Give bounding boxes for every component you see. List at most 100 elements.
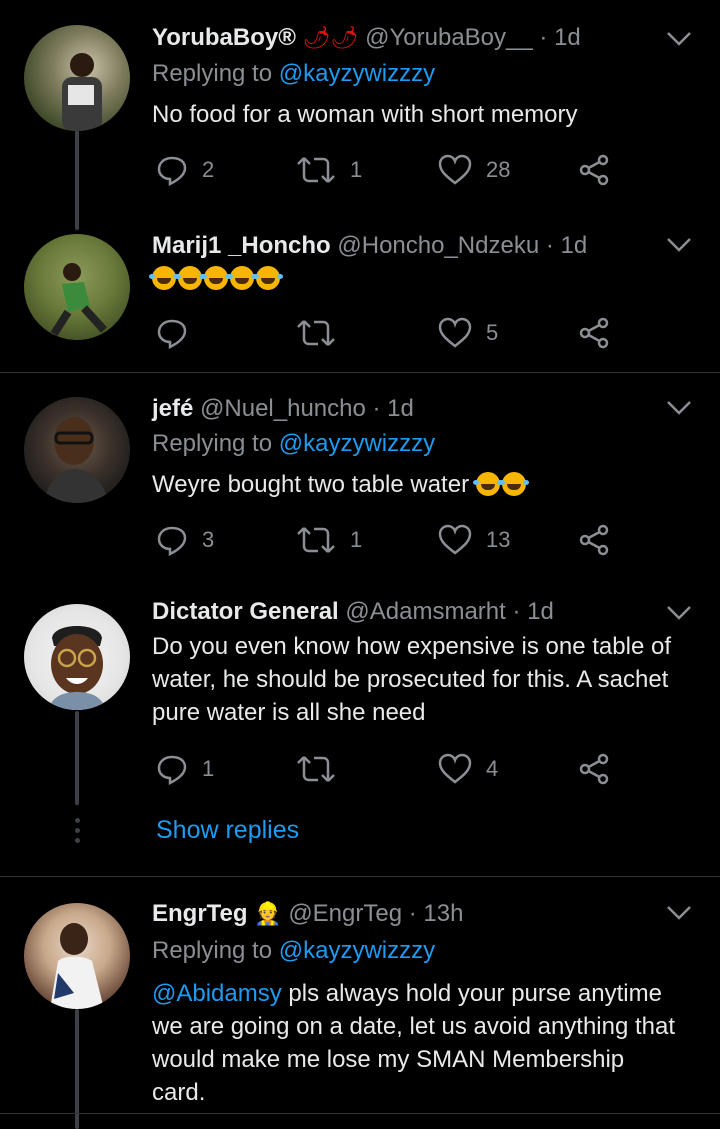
thread-line xyxy=(75,711,79,805)
timestamp[interactable]: · 1d xyxy=(373,395,414,422)
tweet-text-line: we are going on a date, let us avoid any… xyxy=(152,1013,676,1040)
like-count: 13 xyxy=(486,527,511,552)
display-name[interactable]: jefé xyxy=(152,395,193,422)
heart-icon xyxy=(438,753,472,784)
retweet-button[interactable] xyxy=(296,315,350,351)
handle[interactable]: @YorubaBoy__ xyxy=(365,24,533,51)
reply-button[interactable]: 1 xyxy=(156,751,214,787)
like-count: 28 xyxy=(486,157,511,182)
avatar[interactable] xyxy=(24,234,130,340)
reply-button[interactable]: 2 xyxy=(156,152,214,188)
share-icon xyxy=(579,753,609,785)
chevron-down-icon[interactable] xyxy=(666,236,692,254)
tweet-header: Marij1 _Honcho @Honcho_Ndzeku · 1d xyxy=(152,232,587,260)
divider xyxy=(0,1113,720,1114)
share-button[interactable] xyxy=(578,315,610,351)
show-replies-link[interactable]: Show replies xyxy=(156,816,299,845)
tweet-actions: 3 1 13 xyxy=(152,522,622,558)
share-button[interactable] xyxy=(578,751,610,787)
tweet-header: Dictator General @Adamsmarht · 1d xyxy=(152,598,554,626)
retweet-count: 1 xyxy=(350,157,363,182)
joy-emoji xyxy=(227,266,254,290)
rofl-emoji xyxy=(201,266,228,290)
share-icon xyxy=(579,524,609,556)
heart-icon xyxy=(438,524,472,555)
replying-to-label: Replying to xyxy=(152,937,273,964)
retweet-icon xyxy=(297,157,335,183)
chevron-down-icon[interactable] xyxy=(666,399,692,417)
retweet-icon xyxy=(297,527,335,553)
tweet-text-line: water, he should be prosecuted for this.… xyxy=(152,666,669,693)
tweet-text-line: Do you even know how expensive is one ta… xyxy=(152,633,671,660)
avatar[interactable] xyxy=(24,25,130,131)
joy-emoji xyxy=(175,266,202,290)
tweet-emoji-row xyxy=(149,262,697,295)
chevron-down-icon[interactable] xyxy=(666,30,692,48)
tweet-header: jefé @Nuel_huncho · 1d xyxy=(152,395,414,423)
like-button[interactable]: 4 xyxy=(438,751,498,787)
share-icon xyxy=(579,317,609,349)
handle[interactable]: @Nuel_huncho xyxy=(200,395,366,422)
tweet-text: Do you even know how expensive is one ta… xyxy=(152,630,697,729)
replying-to-link[interactable]: @kayzywizzzy xyxy=(279,60,435,87)
tweet-yorubaboy[interactable]: YorubaBoy® 🌶🌶 @YorubaBoy__ · 1d Replying… xyxy=(0,0,720,230)
joy-emoji xyxy=(472,472,500,496)
tweet-jefe[interactable]: jefé @Nuel_huncho · 1d Replying to @kayz… xyxy=(0,373,720,578)
reply-count: 3 xyxy=(202,527,215,552)
retweet-icon xyxy=(297,320,335,346)
retweet-count: 1 xyxy=(350,527,363,552)
tweet-text-line: @Abidamsy pls always hold your purse any… xyxy=(152,977,697,1010)
reply-button[interactable]: 3 xyxy=(156,522,214,558)
tweet-text-line: card. xyxy=(152,1079,206,1106)
tweet-text: @Abidamsy pls always hold your purse any… xyxy=(152,977,697,1109)
tweet-text: Weyre bought two table water xyxy=(152,471,470,498)
tweet-text-line: would make me lose my SMAN Membership xyxy=(152,1046,625,1073)
thread-line xyxy=(75,1009,79,1129)
timestamp[interactable]: · 13h xyxy=(409,900,464,927)
retweet-button[interactable] xyxy=(296,751,350,787)
tweet-header: YorubaBoy® 🌶🌶 @YorubaBoy__ · 1d xyxy=(152,24,581,52)
chevron-down-icon[interactable] xyxy=(666,904,692,922)
chevron-down-icon[interactable] xyxy=(666,604,692,622)
tweet-actions: 2 1 28 xyxy=(152,152,622,188)
construction-worker-emoji: 👷 xyxy=(254,901,282,926)
display-name[interactable]: YorubaBoy® xyxy=(152,24,296,51)
share-button[interactable] xyxy=(578,152,610,188)
chili-emoji: 🌶🌶 xyxy=(302,25,359,50)
reply-button[interactable] xyxy=(156,315,202,351)
handle[interactable]: @Honcho_Ndzeku xyxy=(337,232,539,259)
tweet-honcho[interactable]: Marij1 _Honcho @Honcho_Ndzeku · 1d 5 xyxy=(0,210,720,372)
reply-count: 1 xyxy=(202,756,215,781)
retweet-button[interactable]: 1 xyxy=(296,152,362,188)
like-button[interactable]: 28 xyxy=(438,152,510,188)
handle[interactable]: @Adamsmarht xyxy=(345,598,505,625)
replying-to-link[interactable]: @kayzywizzzy xyxy=(279,937,435,964)
share-button[interactable] xyxy=(578,522,610,558)
mention-link[interactable]: @Abidamsy xyxy=(152,980,282,1007)
display-name[interactable]: Dictator General xyxy=(152,598,339,625)
timestamp[interactable]: · 1d xyxy=(512,598,553,625)
timestamp[interactable]: · 1d xyxy=(546,232,587,259)
display-name[interactable]: Marij1 _Honcho xyxy=(152,232,331,259)
tweet-text: No food for a woman with short memory xyxy=(152,101,578,128)
handle[interactable]: @EngrTeg xyxy=(288,900,402,927)
avatar[interactable] xyxy=(24,903,130,1009)
avatar[interactable] xyxy=(24,397,130,503)
tweet-engrteg[interactable]: EngrTeg 👷 @EngrTeg · 13h Replying to @ka… xyxy=(0,877,720,1129)
avatar[interactable] xyxy=(24,604,130,710)
tweet-dictator-general[interactable]: Dictator General @Adamsmarht · 1d Do you… xyxy=(0,578,720,876)
tweet-text-line: pure water is all she need xyxy=(152,699,426,726)
rofl-emoji xyxy=(498,472,526,496)
reply-icon xyxy=(157,755,187,785)
like-button[interactable]: 13 xyxy=(438,522,510,558)
replying-to: Replying to @kayzywizzzy xyxy=(152,430,435,458)
retweet-button[interactable]: 1 xyxy=(296,522,362,558)
tweet-header: EngrTeg 👷 @EngrTeg · 13h xyxy=(152,900,463,928)
joy-emoji xyxy=(253,266,280,290)
display-name[interactable]: EngrTeg xyxy=(152,900,248,927)
tweet-text-row: Weyre bought two table water xyxy=(152,468,697,501)
like-button[interactable]: 5 xyxy=(438,315,498,351)
timestamp[interactable]: · 1d xyxy=(539,24,580,51)
replying-to-link[interactable]: @kayzywizzzy xyxy=(279,430,435,457)
share-icon xyxy=(579,154,609,186)
